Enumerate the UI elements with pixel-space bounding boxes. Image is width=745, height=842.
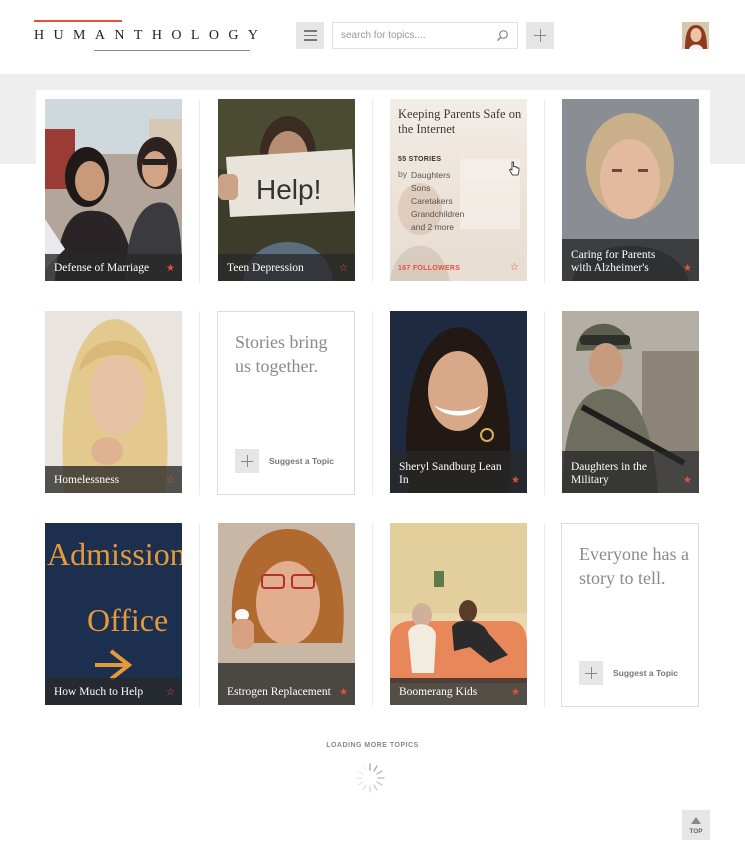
admissions-sign-text: Admissions [47,536,182,572]
search-box[interactable] [332,22,518,49]
topic-caption: Estrogen Replacement [218,663,355,705]
suggest-topic-card: Everyone has a story to tell. Suggest a … [561,523,699,707]
star-filled-icon[interactable]: ★ [511,688,520,698]
prompt-text: Stories bring us together. [235,332,328,376]
topic-title: Homelessness [54,474,120,486]
topic-title: Sheryl Sandburg Lean In [399,461,502,486]
star-filled-icon[interactable]: ★ [683,476,692,486]
tags-by-label: by [398,169,407,179]
topic-caption: Boomerang Kids [390,678,527,705]
tag-item[interactable]: Caretakers [411,195,464,208]
column-divider [199,523,200,707]
hamburger-icon [303,30,317,32]
help-sign-text: Help! [256,174,321,205]
topic-title: Defense of Marriage [54,262,150,274]
arrow-up-icon [691,817,701,824]
star-filled-icon[interactable]: ★ [511,476,520,486]
logo-text: HUMANTHOLOGY [34,28,268,43]
topic-caption: Sheryl Sandburg Lean In [390,451,527,493]
column-divider [544,99,545,283]
star-outline-icon[interactable]: ☆ [166,688,175,698]
tag-item[interactable]: Daughters [411,169,464,182]
header: HUMANTHOLOGY [0,0,745,74]
story-count: 55 STORIES [398,156,442,163]
tag-item[interactable]: Grandchildren [411,208,464,221]
star-outline-icon[interactable]: ☆ [339,264,348,274]
topic-caption: Teen Depression [218,254,355,281]
prompt-text: Everyone has a story to tell. [579,544,689,588]
topic-title: Caring for Parents with Alzheimer's [571,249,656,274]
topic-card-daughters-military[interactable]: Daughters in the Military ★ [562,311,699,493]
plus-icon [579,661,603,685]
column-divider [372,311,373,495]
hand-cursor-icon [508,161,520,176]
topic-card-homelessness[interactable]: Homelessness ☆ [45,311,182,493]
menu-button[interactable] [296,22,324,49]
topic-title: Estrogen Replacement [227,686,331,698]
topic-title: Teen Depression [227,262,304,274]
avatar-image [682,22,709,49]
topic-title: Daughters in the Military [571,461,648,486]
topic-card-teen-depression[interactable]: Help! Teen Depression ☆ [218,99,355,281]
column-divider [199,99,200,283]
topic-caption: Homelessness [45,466,182,493]
topic-caption: Defense of Marriage [45,254,182,281]
star-filled-icon[interactable]: ★ [339,688,348,698]
logo-accent-bar [34,20,122,22]
featured-title: Keeping Parents Safe on the Internet [398,107,522,136]
star-outline-icon[interactable]: ☆ [166,476,175,486]
topic-card-defense-of-marriage[interactable]: Defense of Marriage ★ [45,99,182,281]
search-input[interactable] [333,23,483,48]
plus-icon [235,449,259,473]
suggest-topic-label: Suggest a Topic [613,668,679,678]
suggest-topic-card: Stories bring us together. Suggest a Top… [217,311,355,495]
back-to-top-button[interactable]: TOP [682,810,710,840]
topic-card-how-much-to-help[interactable]: Admissions Office How Much to Help ☆ [45,523,182,705]
suggest-topic-button[interactable]: Suggest a Topic [235,449,334,473]
topic-card-sheryl-sandburg[interactable]: Sheryl Sandburg Lean In ★ [390,311,527,493]
more-tags-link[interactable]: and 2 more [411,221,464,234]
top-label: TOP [689,828,703,835]
avatar[interactable] [682,22,709,49]
logo-underline [94,50,250,51]
topic-title: Boomerang Kids [399,686,478,698]
star-filled-icon[interactable]: ★ [683,264,692,274]
topic-caption: Daughters in the Military [562,451,699,493]
suggest-topic-label: Suggest a Topic [269,456,335,466]
loading-label: LOADING MORE TOPICS [326,742,419,749]
column-divider [544,523,545,707]
follower-count: 167 FOLLOWERS [398,265,461,272]
topic-caption: Caring for Parents with Alzheimer's [562,239,699,281]
suggest-topic-button[interactable]: Suggest a Topic [579,661,678,685]
add-topic-button[interactable] [526,22,554,49]
search-icon[interactable] [496,29,509,42]
loading-spinner-icon [355,763,385,793]
featured-topic-card[interactable]: Keeping Parents Safe on the Internet 55 … [390,99,527,281]
office-sign-text: Office [87,602,168,638]
star-outline-icon[interactable]: ☆ [510,263,519,273]
logo[interactable]: HUMANTHOLOGY [34,20,258,52]
column-divider [199,311,200,495]
column-divider [372,523,373,707]
column-divider [372,99,373,283]
topic-card-boomerang-kids[interactable]: Boomerang Kids ★ [390,523,527,705]
topic-caption: How Much to Help [45,678,182,705]
column-divider [544,311,545,495]
star-filled-icon[interactable]: ★ [166,264,175,274]
topic-title: How Much to Help [54,686,144,698]
tag-list: Daughters Sons Caretakers Grandchildren … [411,169,464,234]
topic-card-estrogen-replacement[interactable]: Estrogen Replacement ★ [218,523,355,705]
tag-item[interactable]: Sons [411,182,464,195]
topic-card-caring-for-parents[interactable]: Caring for Parents with Alzheimer's ★ [562,99,699,281]
